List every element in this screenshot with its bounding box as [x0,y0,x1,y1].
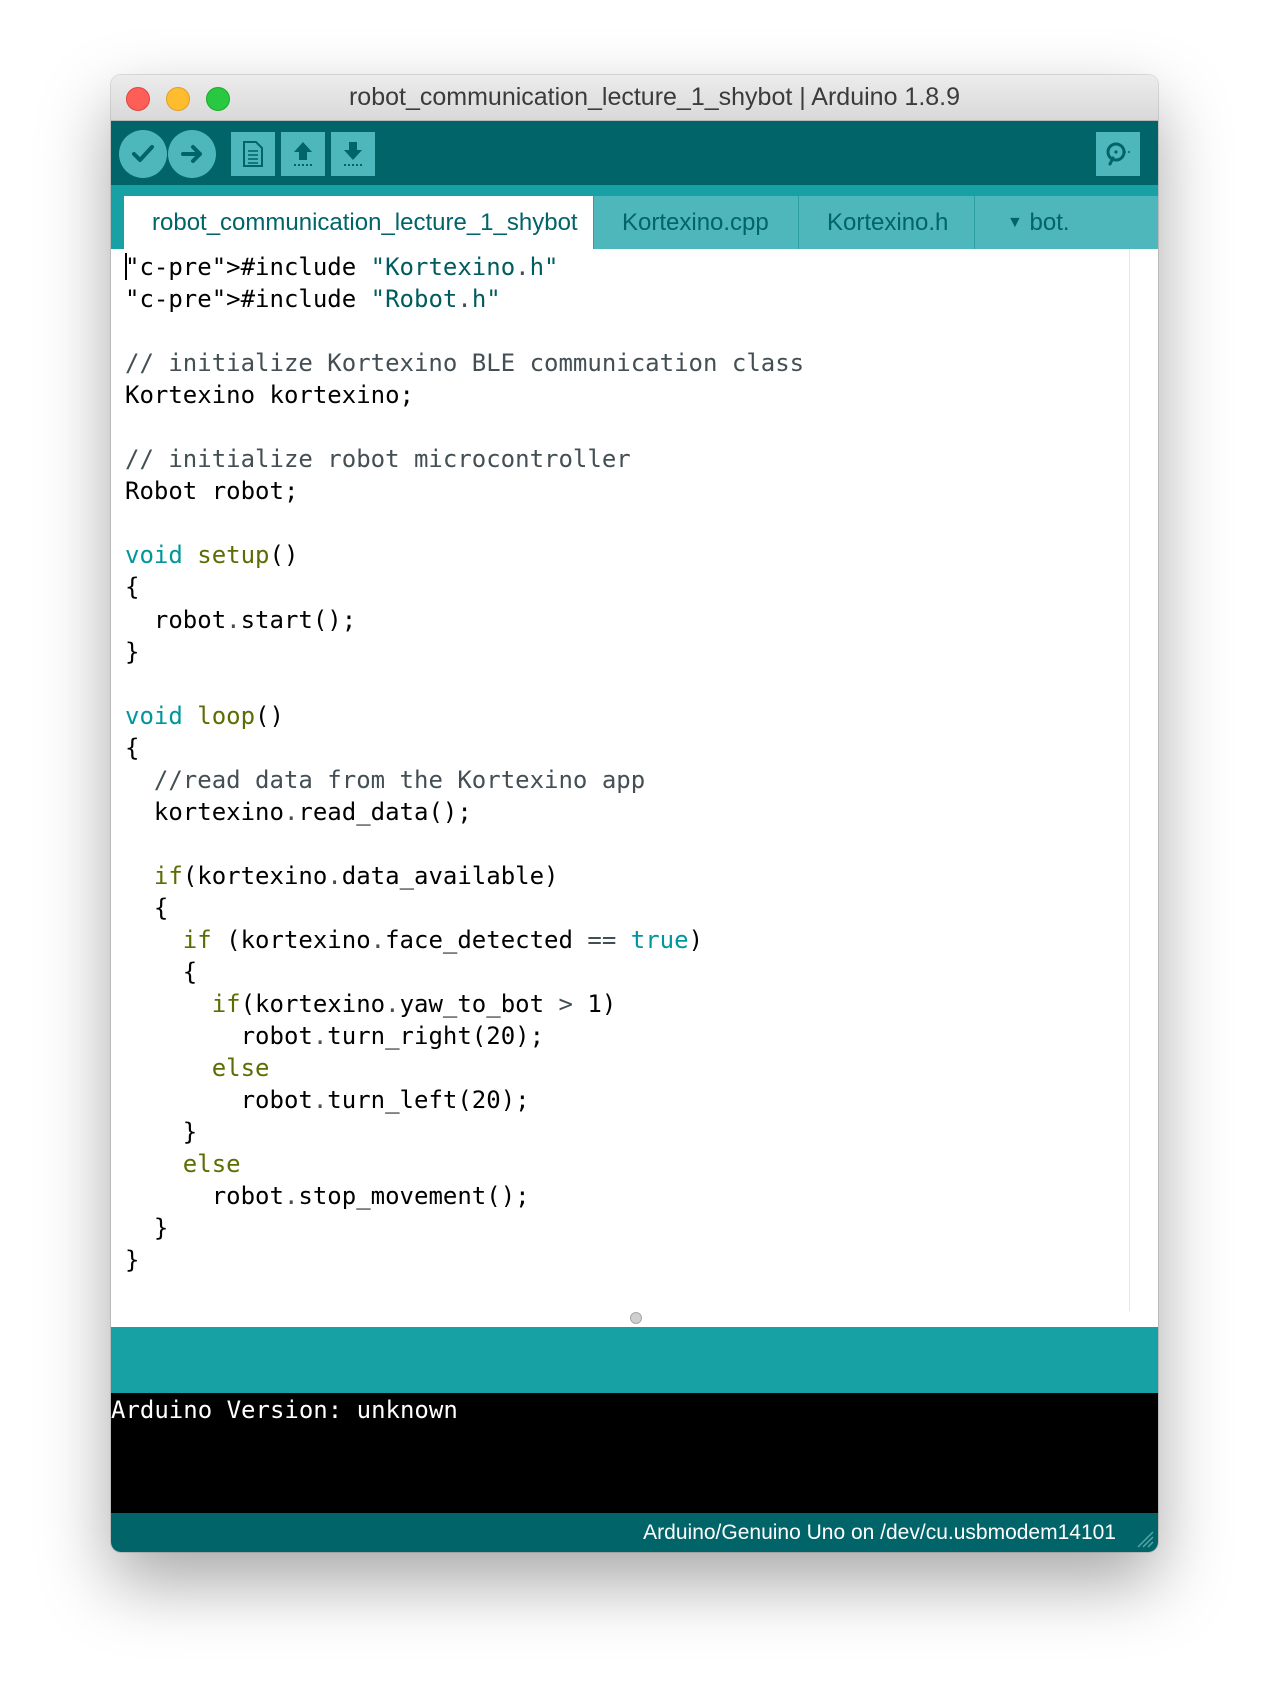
checkmark-icon [132,145,154,162]
message-area [111,1327,1158,1393]
code-line[interactable]: else [125,1054,270,1082]
code-line[interactable]: kortexino.read_data(); [125,798,472,826]
code-editor[interactable]: "c-pre">#include "Kortexino.h" "c-pre">#… [111,249,1158,1313]
code-line[interactable]: Kortexino kortexino; [125,381,414,409]
code-line[interactable]: if (kortexino.face_detected == true) [125,926,703,954]
resize-grip-icon[interactable] [1132,1526,1154,1548]
verify-button[interactable] [119,130,167,178]
code-line[interactable]: else [125,1150,241,1178]
console-line: Arduino Version: unknown [111,1396,458,1424]
tab-robot-communication[interactable]: robot_communication_lecture_1_shybot [124,196,594,249]
window-title: robot_communication_lecture_1_shybot | A… [348,83,961,111]
serial-monitor-button[interactable] [1096,132,1140,176]
code-line[interactable]: } [125,1214,168,1242]
toolbar [111,121,1158,185]
arrow-right-icon [181,145,202,163]
editor-scroll-track[interactable] [1129,249,1130,1311]
upload-button[interactable] [168,130,216,178]
board-port-label: Arduino/Genuino Uno on /dev/cu.usbmodem1… [643,1521,1116,1544]
open-sketch-button[interactable] [281,132,325,176]
triangle-down-icon: ▼ [1007,214,1023,231]
code-line[interactable]: } [125,1118,197,1146]
tab-kortexino-h[interactable]: Kortexino.h [799,196,975,249]
console-output[interactable]: Arduino Version: unknown [111,1393,1158,1513]
code-line[interactable]: // initialize Kortexino BLE communicatio… [125,349,804,377]
code-line[interactable]: "c-pre">#include "Robot.h" [125,285,501,313]
board-status-bar: Arduino/Genuino Uno on /dev/cu.usbmodem1… [111,1513,1158,1552]
splitter-handle[interactable] [630,1312,642,1324]
sketch-tab-bar: robot_communication_lecture_1_shybot Kor… [111,185,1158,249]
tab-menu-dropdown[interactable]: ▼ bot. [975,196,1158,249]
document-icon [243,141,263,167]
arduino-ide-window: robot_communication_lecture_1_shybot | A… [111,75,1158,1552]
save-sketch-button[interactable] [331,132,375,176]
code-line[interactable]: robot.turn_left(20); [125,1086,530,1114]
code-line[interactable]: if(kortexino.yaw_to_bot > 1) [125,990,617,1018]
new-sketch-button[interactable] [231,132,275,176]
magnifier-icon [1106,142,1131,166]
code-line[interactable]: } [125,1246,139,1274]
code-line[interactable]: { [125,573,139,601]
code-line[interactable]: { [125,734,139,762]
title-bar[interactable]: robot_communication_lecture_1_shybot | A… [111,75,1158,121]
code-line[interactable]: robot.stop_movement(); [125,1182,530,1210]
tab-label: robot_communication_lecture_1_shybot [152,209,578,236]
code-line[interactable]: "c-pre">#include "Kortexino.h" [125,253,559,281]
tab-kortexino-cpp[interactable]: Kortexino.cpp [594,196,799,249]
code-line[interactable]: Robot robot; [125,477,298,505]
code-line[interactable]: } [125,638,139,666]
code-line[interactable]: if(kortexino.data_available) [125,862,559,890]
arrow-up-icon [294,142,312,166]
code-line[interactable]: { [125,958,197,986]
code-text[interactable]: "c-pre">#include "Kortexino.h" "c-pre">#… [125,251,804,1277]
arrow-down-icon [344,142,362,166]
code-line[interactable]: { [125,894,168,922]
tab-label: bot. [1029,209,1070,236]
code-line[interactable]: robot.start(); [125,606,356,634]
code-line[interactable]: void setup() [125,541,298,569]
code-line[interactable]: // initialize robot microcontroller [125,445,631,473]
tab-label: Kortexino.h [827,209,949,236]
code-line[interactable]: void loop() [125,702,284,730]
code-line[interactable]: //read data from the Kortexino app [125,766,645,794]
code-line[interactable]: robot.turn_right(20); [125,1022,544,1050]
tab-label: Kortexino.cpp [622,209,769,236]
